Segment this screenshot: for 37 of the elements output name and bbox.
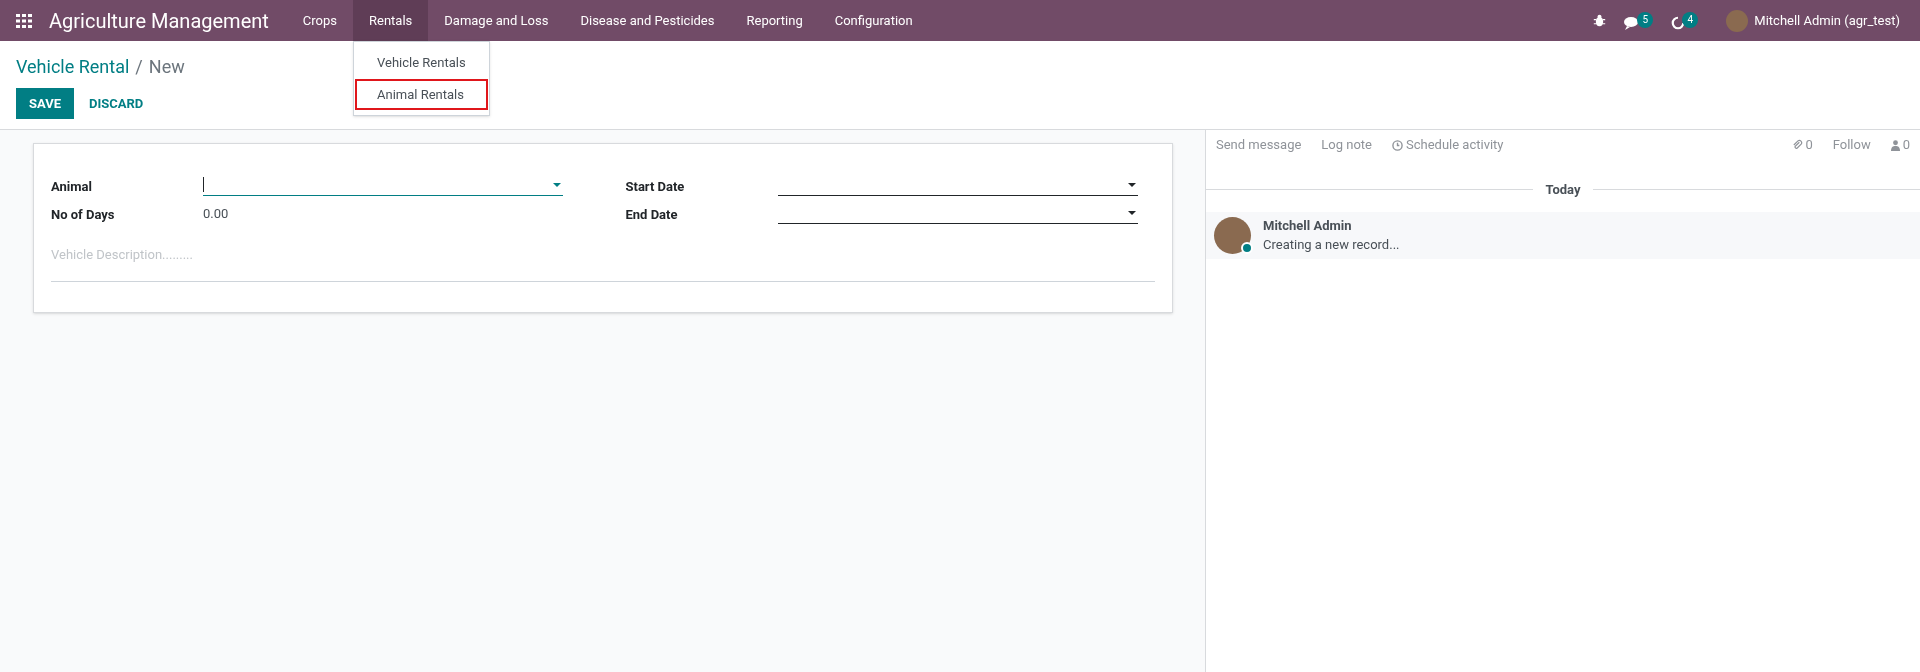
- save-button[interactable]: SAVE: [16, 88, 75, 119]
- app-brand[interactable]: Agriculture Management: [49, 5, 269, 36]
- field-label: End Date: [625, 205, 679, 224]
- field-label: No of Days: [51, 205, 116, 224]
- date-separator: Today: [1544, 181, 1582, 199]
- caret-icon: [1127, 182, 1136, 187]
- user-avatar: [1726, 9, 1749, 32]
- count-badge: 5: [1637, 11, 1654, 28]
- select-field[interactable]: [203, 174, 563, 196]
- field-label: Animal: [51, 177, 93, 196]
- clock-icon: [1392, 139, 1403, 151]
- discard-button[interactable]: DISCARD: [76, 88, 157, 119]
- description-field[interactable]: Vehicle Description.........: [51, 242, 1155, 282]
- author-avatar: [1214, 216, 1251, 254]
- paperclip-icon: [1792, 139, 1804, 151]
- menu-item[interactable]: Damage and Loss: [428, 0, 565, 41]
- person-icon: [1890, 139, 1900, 151]
- breadcrumb-current: New: [148, 55, 185, 79]
- field-label: Start Date: [625, 177, 686, 196]
- menu-item[interactable]: Disease and Pesticides: [564, 0, 731, 41]
- breadcrumb-separator: /: [135, 55, 143, 79]
- activity-clock-icon[interactable]: [1671, 15, 1686, 30]
- menu-item[interactable]: Rentals: [353, 0, 429, 41]
- menu-item[interactable]: Crops: [286, 0, 353, 41]
- breadcrumb-link[interactable]: Vehicle Rental: [16, 53, 130, 80]
- debug-bug-icon: [1593, 14, 1607, 27]
- message-body: Creating a new record...: [1263, 236, 1400, 254]
- menu-item[interactable]: Reporting: [730, 0, 819, 41]
- count-badge: 4: [1682, 11, 1699, 28]
- caret-icon: [1127, 210, 1136, 215]
- dropdown-item[interactable]: Vehicle Rentals: [355, 47, 488, 79]
- dropdown-item[interactable]: Animal Rentals: [355, 78, 488, 110]
- message-author: Mitchell Admin: [1263, 216, 1353, 235]
- caret-icon: [553, 182, 561, 187]
- menu-item[interactable]: Configuration: [818, 0, 929, 41]
- number-field[interactable]: 0.00: [203, 202, 563, 224]
- user-menu[interactable]: Mitchell Admin (agr_test): [1754, 10, 1900, 31]
